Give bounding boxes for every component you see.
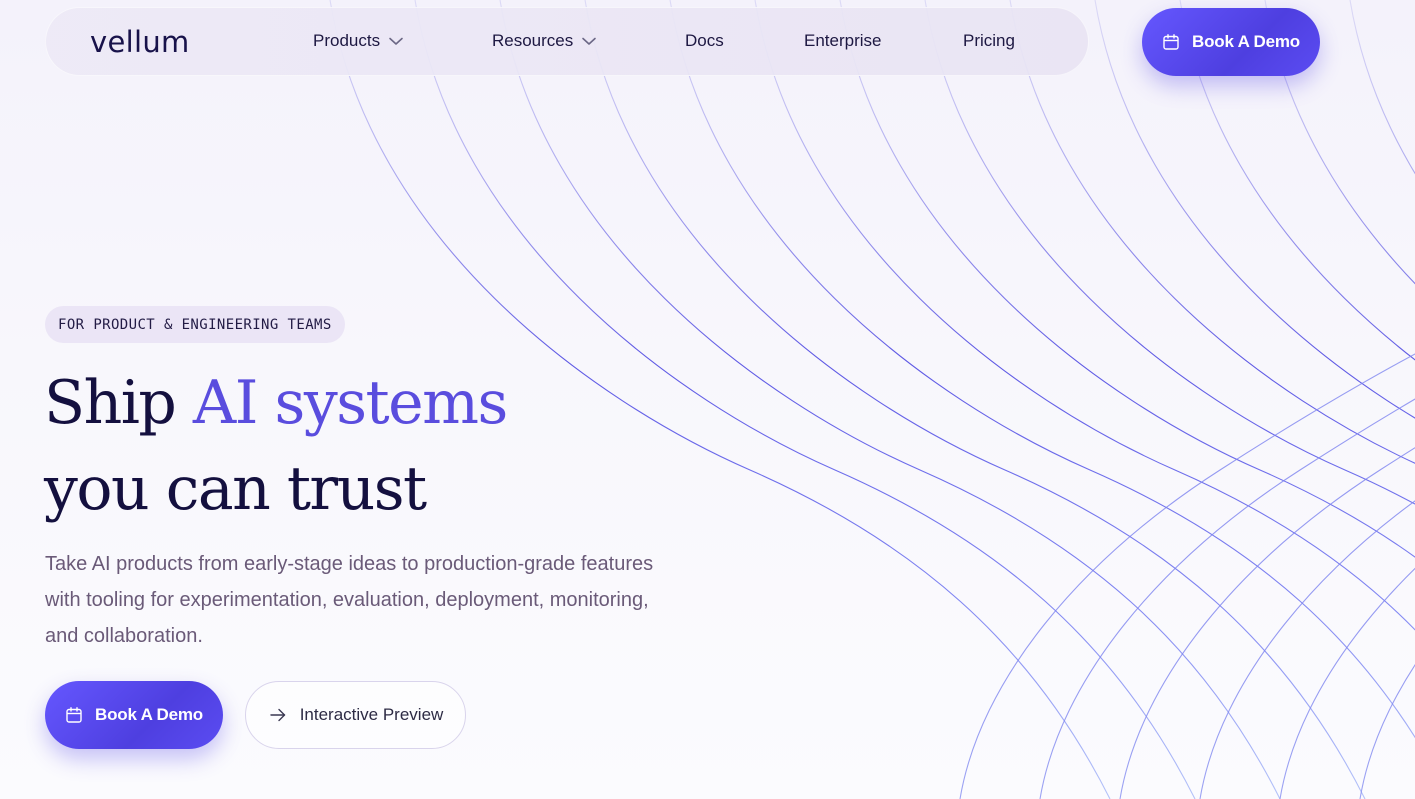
chevron-down-icon bbox=[389, 37, 403, 45]
wave-line bbox=[959, 353, 1415, 799]
arrow-right-icon bbox=[269, 708, 285, 722]
interactive-preview-button[interactable]: Interactive Preview bbox=[245, 681, 466, 749]
nav-item-label: Resources bbox=[492, 31, 574, 50]
nav-item-products[interactable]: Products bbox=[313, 31, 404, 51]
nav-item-label: Docs bbox=[685, 31, 724, 50]
button-label: Book A Demo bbox=[1192, 32, 1300, 51]
wave-line bbox=[924, 0, 1415, 505]
headline-accent-text: AI systems bbox=[192, 368, 508, 438]
wave-line bbox=[414, 0, 1196, 799]
wave-line bbox=[1039, 398, 1415, 799]
audience-badge: FOR PRODUCT & ENGINEERING TEAMS bbox=[45, 306, 345, 343]
nav-item-pricing[interactable]: Pricing bbox=[963, 31, 1015, 51]
wave-line bbox=[1094, 0, 1415, 419]
wave-line bbox=[754, 0, 1415, 631]
button-label: Interactive Preview bbox=[299, 705, 444, 724]
nav-item-label: Products bbox=[313, 31, 381, 50]
nav-item-label: Enterprise bbox=[804, 31, 882, 50]
wave-line bbox=[584, 0, 1366, 799]
wave-line bbox=[1009, 0, 1415, 464]
wave-line bbox=[1119, 447, 1415, 799]
nav-item-label: Pricing bbox=[963, 31, 1015, 50]
vellum-logo[interactable]: vellum bbox=[90, 25, 190, 59]
hero-headline: Ship AI systems you can trust bbox=[44, 360, 508, 532]
wave-line bbox=[669, 0, 1415, 739]
wave-line bbox=[1264, 0, 1415, 285]
wave-line bbox=[499, 0, 1281, 799]
wave-line bbox=[1279, 567, 1415, 799]
hero-book-demo-button[interactable]: Book A Demo bbox=[45, 681, 223, 749]
nav-item-docs[interactable]: Docs bbox=[685, 31, 724, 51]
nav-item-enterprise[interactable]: Enterprise bbox=[804, 31, 881, 51]
headline-text: Ship bbox=[44, 368, 193, 438]
wave-line bbox=[839, 0, 1415, 558]
top-navigation-bar: vellum Products Resources Docs Enterpris… bbox=[45, 7, 1089, 76]
header-book-demo-button[interactable]: Book A Demo bbox=[1142, 8, 1320, 76]
hero-description: Take AI products from early-stage ideas … bbox=[45, 553, 654, 647]
wave-line bbox=[1349, 0, 1415, 175]
calendar-icon bbox=[66, 707, 82, 723]
chevron-down-icon bbox=[582, 37, 597, 45]
calendar-icon bbox=[1163, 34, 1179, 50]
nav-item-resources[interactable]: Resources bbox=[492, 31, 597, 51]
button-label: Book A Demo bbox=[95, 705, 203, 724]
headline-line-two: you can trust bbox=[44, 454, 427, 524]
